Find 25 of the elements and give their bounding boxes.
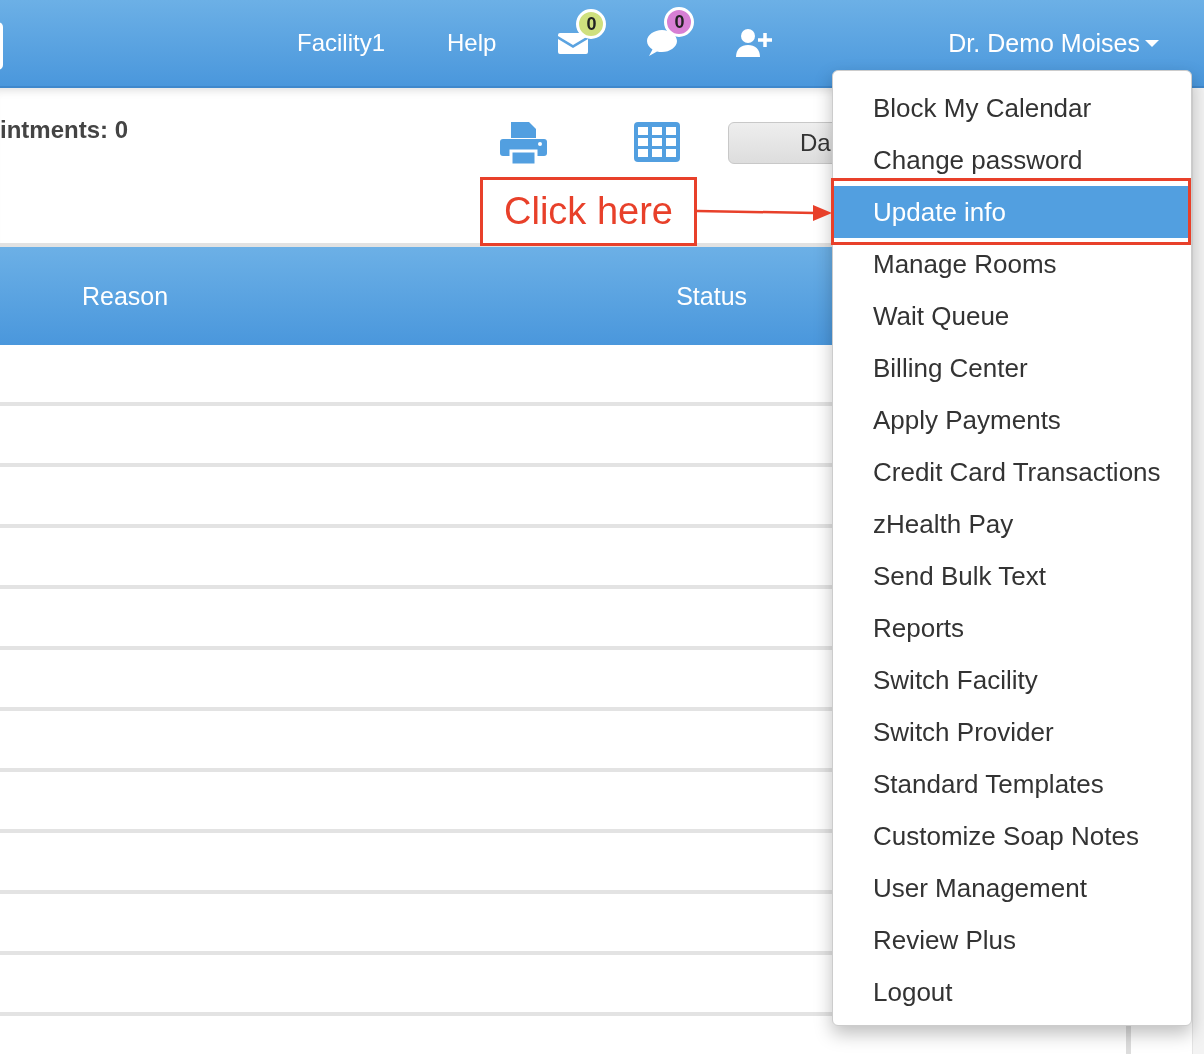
menu-item[interactable]: Standard Templates [833, 758, 1191, 810]
menu-item[interactable]: Reports [833, 602, 1191, 654]
appointments-count: intments: 0 [0, 116, 128, 144]
menu-item[interactable]: Customize Soap Notes [833, 810, 1191, 862]
menu-item[interactable]: User Management [833, 862, 1191, 914]
menu-item[interactable]: Logout [833, 966, 1191, 1018]
count-badge: 0 [576, 9, 607, 39]
printer-icon[interactable] [500, 122, 547, 165]
scrollbar-track[interactable] [1192, 88, 1204, 1054]
menu-item[interactable]: Billing Center [833, 342, 1191, 394]
menu-item[interactable]: Manage Rooms [833, 238, 1191, 290]
envelope-icon[interactable] [558, 31, 589, 55]
grid-icon[interactable] [634, 122, 680, 162]
count-badge: 0 [664, 7, 695, 37]
menu-item[interactable]: Wait Queue [833, 290, 1191, 342]
menu-item[interactable]: Credit Card Transactions [833, 446, 1191, 498]
menu-item[interactable]: Send Bulk Text [833, 550, 1191, 602]
menu-item[interactable]: Review Plus [833, 914, 1191, 966]
add-user-icon[interactable] [736, 28, 775, 58]
menu-item[interactable]: zHealth Pay [833, 498, 1191, 550]
menu-item[interactable]: Apply Payments [833, 394, 1191, 446]
menu-item[interactable]: Switch Provider [833, 706, 1191, 758]
speech-bubble-icon[interactable] [646, 29, 679, 57]
callout-label: Click here [480, 177, 697, 246]
menu-item[interactable]: Switch Facility [833, 654, 1191, 706]
